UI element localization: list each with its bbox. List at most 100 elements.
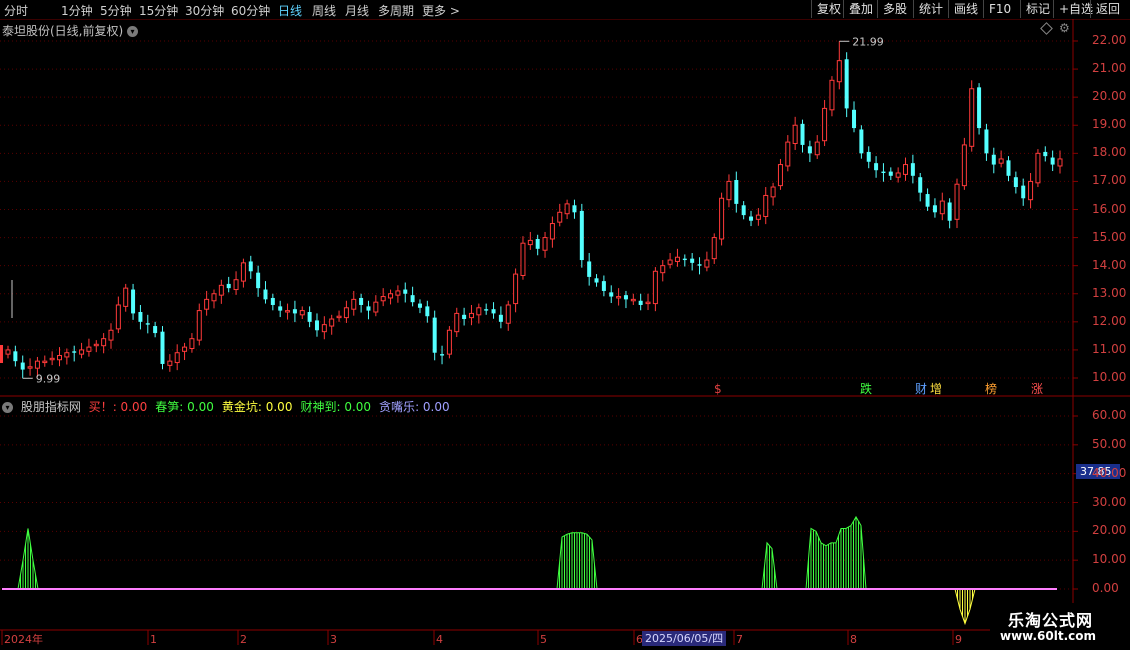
candle-body bbox=[623, 295, 628, 300]
candle-body bbox=[403, 289, 408, 294]
candle-body bbox=[984, 129, 989, 154]
candle-body bbox=[72, 351, 77, 353]
candle-body bbox=[1028, 180, 1034, 201]
time-axis-label: 4 bbox=[436, 633, 443, 646]
candle-body bbox=[196, 310, 202, 341]
indicator-header: ▾ 股朋指标网 买！: 0.00 春笋: 0.00 黄金坑: 0.00 财神到: 0.… bbox=[2, 398, 462, 415]
candle-body bbox=[947, 202, 952, 221]
price-axis-label: 16.00 bbox=[1092, 201, 1127, 216]
time-axis-label: 2024年 bbox=[4, 632, 43, 646]
candle-body bbox=[697, 264, 702, 266]
candle-body bbox=[270, 297, 275, 305]
indicator-axis-label: 40.00 bbox=[1092, 465, 1127, 480]
candle-body bbox=[226, 283, 231, 289]
candle-body bbox=[278, 306, 283, 311]
candle-body bbox=[903, 164, 909, 175]
candle-body bbox=[446, 329, 452, 355]
candle-body bbox=[64, 352, 70, 358]
candle-body bbox=[115, 304, 121, 330]
candle-body bbox=[1043, 151, 1048, 157]
candle-body bbox=[572, 205, 577, 213]
candle-body bbox=[93, 343, 99, 347]
candle-body bbox=[248, 261, 253, 272]
candle-body bbox=[505, 304, 511, 324]
kline-chart[interactable]: 21.999.99$ 跌财增榜涨2024年 1 2 3 4 5 6 7 8 9 bbox=[0, 0, 1130, 650]
candle-body bbox=[734, 180, 739, 204]
high-price-label: 21.99 bbox=[852, 35, 884, 48]
candle-body bbox=[1021, 185, 1026, 199]
candle-body bbox=[329, 318, 335, 327]
candle-body bbox=[204, 298, 210, 310]
candle-body bbox=[167, 360, 173, 366]
candle-body bbox=[395, 290, 401, 296]
event-mark: $ bbox=[714, 382, 722, 396]
indicator-item-value: : 0.00 bbox=[179, 400, 214, 414]
candle-body bbox=[711, 237, 717, 260]
time-axis-label: 5 bbox=[540, 633, 547, 646]
price-axis-label: 14.00 bbox=[1092, 257, 1127, 272]
indicator-axis-label: 30.00 bbox=[1092, 494, 1127, 509]
candle-body bbox=[263, 289, 268, 300]
candle-body bbox=[513, 273, 519, 305]
candle-body bbox=[638, 300, 643, 305]
candle-body bbox=[27, 366, 33, 369]
event-mark: 财 bbox=[915, 382, 927, 396]
time-axis-label: 2 bbox=[240, 633, 247, 646]
candle-body bbox=[417, 303, 422, 308]
candle-body bbox=[359, 297, 364, 305]
candle-body bbox=[1006, 160, 1011, 176]
candle-body bbox=[939, 200, 945, 215]
candle-body bbox=[520, 242, 526, 276]
candle-body bbox=[351, 298, 357, 310]
price-axis-label: 22.00 bbox=[1092, 33, 1127, 47]
indicator-item: 春笋: 0.00 bbox=[155, 400, 218, 414]
candle-body bbox=[160, 331, 165, 364]
candle-body bbox=[13, 351, 18, 362]
event-mark: 榜 bbox=[985, 381, 997, 396]
candle-body bbox=[49, 357, 55, 361]
candle-body bbox=[182, 346, 188, 352]
candle-body bbox=[299, 310, 305, 316]
time-axis-label: 8 bbox=[850, 633, 857, 646]
candle-body bbox=[866, 151, 871, 162]
indicator-item: 财神到: 0.00 bbox=[300, 400, 375, 414]
price-axis-label: 11.00 bbox=[1092, 341, 1127, 356]
event-mark: 跌 bbox=[860, 381, 872, 396]
candle-body bbox=[56, 355, 62, 361]
candle-body bbox=[829, 79, 835, 111]
candle-body bbox=[652, 270, 658, 305]
candle-body bbox=[145, 323, 150, 325]
candle-body bbox=[579, 210, 584, 261]
indicator-dropdown-icon[interactable]: ▾ bbox=[2, 402, 13, 413]
candle-body bbox=[101, 338, 107, 347]
candle-body bbox=[594, 278, 599, 283]
candle-body bbox=[388, 293, 394, 299]
candle-body bbox=[749, 216, 754, 221]
candle-body bbox=[542, 237, 548, 251]
watermark-sub: www.60lt.com bbox=[1000, 629, 1097, 643]
event-mark: 增 bbox=[930, 382, 942, 396]
candle-body bbox=[859, 129, 864, 154]
candle-body bbox=[138, 312, 143, 322]
watermark: 乐淘公式网 www.60lt.com bbox=[990, 603, 1130, 650]
candle-body bbox=[645, 301, 651, 305]
candle-body bbox=[484, 309, 489, 311]
candle-body bbox=[476, 307, 482, 316]
price-axis-label: 13.00 bbox=[1092, 285, 1127, 300]
candle-body bbox=[925, 194, 930, 207]
indicator-item-label: 买！ bbox=[88, 400, 113, 414]
indicator-axis-label: 60.00 bbox=[1092, 408, 1127, 422]
price-axis-label: 20.00 bbox=[1092, 89, 1127, 104]
indicator-item: 黄金坑: 0.00 bbox=[222, 400, 297, 414]
candle-body bbox=[233, 279, 239, 291]
candle-body bbox=[822, 107, 828, 142]
candle-body bbox=[285, 310, 291, 313]
candle-body bbox=[240, 262, 246, 282]
indicator-item-label: 春笋 bbox=[155, 400, 180, 414]
candle-body bbox=[380, 296, 386, 302]
candle-body bbox=[836, 60, 842, 83]
candle-body bbox=[535, 238, 540, 249]
event-mark: 涨 bbox=[1031, 381, 1043, 396]
candle-body bbox=[888, 171, 893, 176]
candle-body bbox=[108, 329, 114, 341]
